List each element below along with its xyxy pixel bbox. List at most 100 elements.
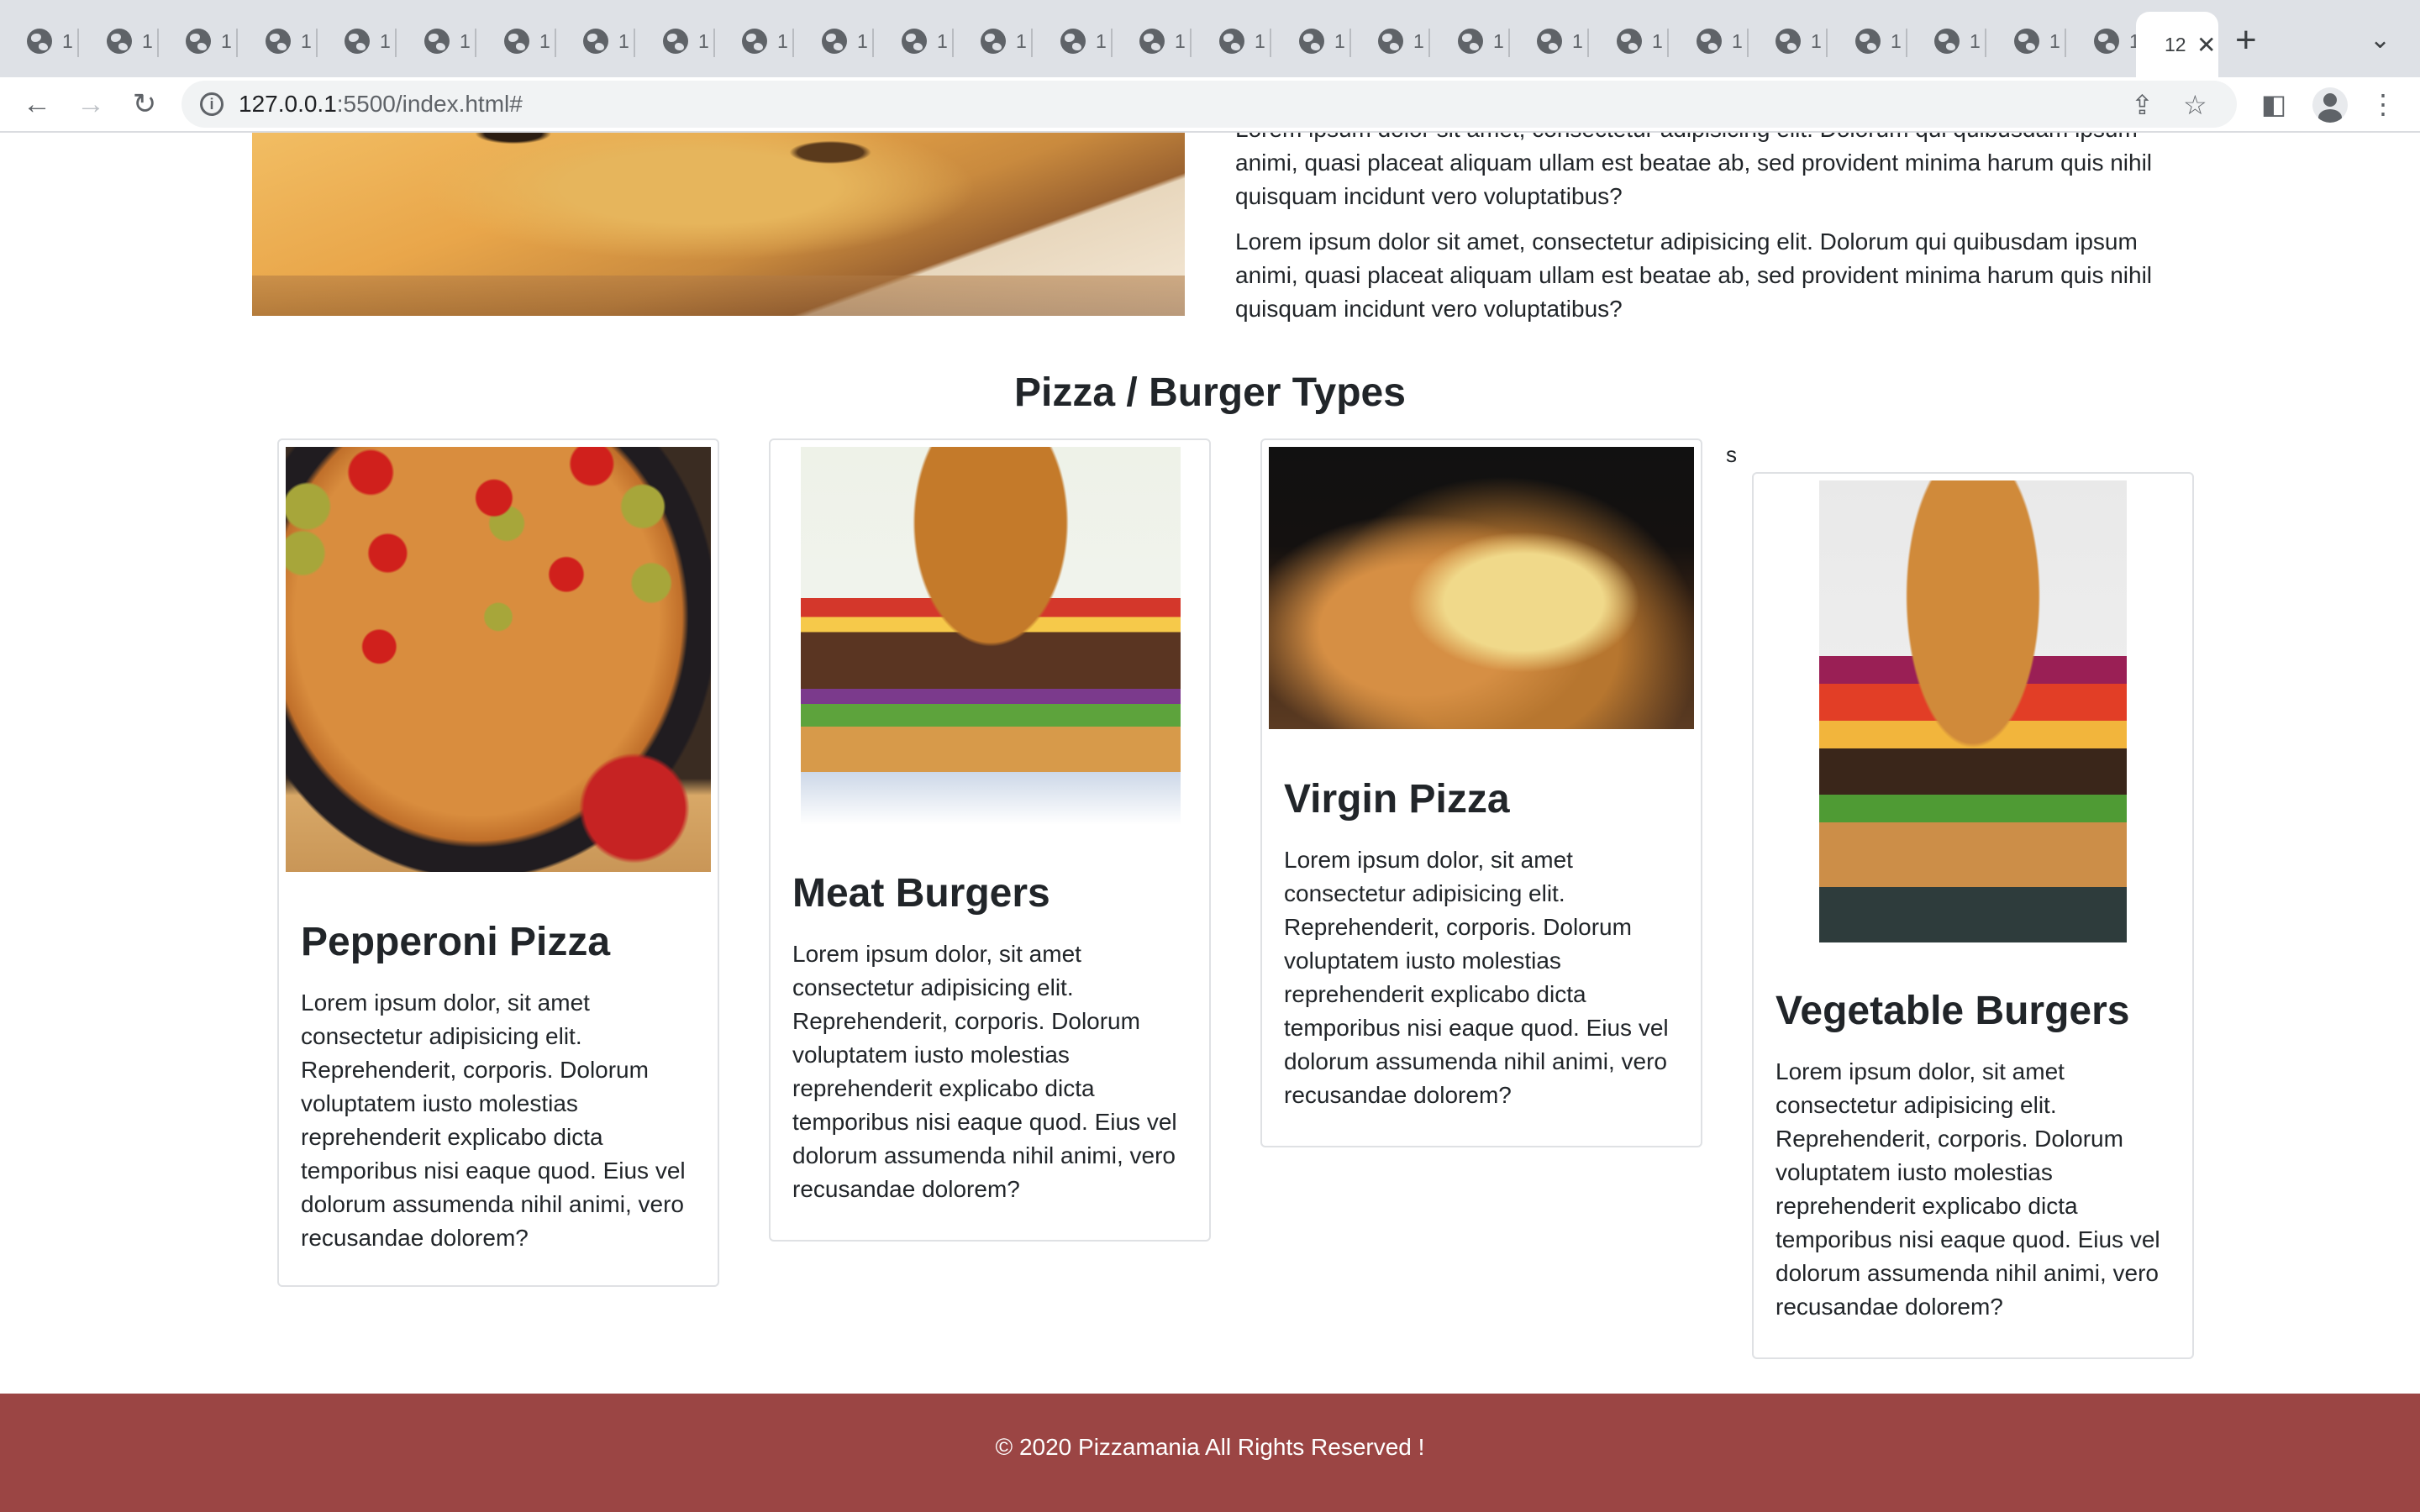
share-icon[interactable]: ⇪ <box>2131 89 2154 121</box>
browser-tab[interactable]: 1: <box>1034 12 1113 71</box>
globe-icon <box>1697 29 1722 54</box>
url-path: :5500/index.html# <box>336 91 523 117</box>
browser-tab[interactable]: 1: <box>477 12 556 71</box>
footer-copyright: © 2020 Pizzamania All Rights Reserved ! <box>995 1434 1425 1460</box>
new-tab-button[interactable]: + <box>2235 22 2257 59</box>
browser-tab[interactable]: 1: <box>556 12 635 71</box>
tab-title: 1: <box>301 29 313 52</box>
tab-separator <box>1270 29 1271 57</box>
tab-separator <box>1826 29 1828 57</box>
browser-tab[interactable]: 1: <box>1510 12 1589 71</box>
globe-icon <box>1934 29 1960 54</box>
tab-title: 1: <box>937 29 949 52</box>
virgin-pizza-image <box>1269 447 1694 729</box>
tab-separator <box>395 29 397 57</box>
star-icon[interactable]: ☆ <box>2183 89 2207 121</box>
tab-title: 1: <box>1732 29 1744 52</box>
browser-tab[interactable]: 1: <box>318 12 397 71</box>
tab-title: 1: <box>62 29 74 52</box>
tab-title: 1: <box>1175 29 1186 52</box>
browser-tab[interactable]: 1: <box>636 12 715 71</box>
tab-title: 1: <box>1572 29 1584 52</box>
browser-tab[interactable]: 1: <box>80 12 159 71</box>
tab-separator <box>1587 29 1589 57</box>
browser-tab[interactable]: 1: <box>2067 12 2146 71</box>
browser-tab[interactable]: 1: <box>1749 12 1828 71</box>
tab-title: 1: <box>1334 29 1346 52</box>
globe-icon <box>107 29 132 54</box>
card-title: Vegetable Burgers <box>1776 989 2130 1033</box>
tab-title: 1: <box>1970 29 1981 52</box>
tab-separator <box>1667 29 1669 57</box>
tab-title: 1: <box>1493 29 1505 52</box>
card-title: Meat Burgers <box>792 871 1050 916</box>
browser-tab[interactable]: 1: <box>159 12 238 71</box>
tab-separator <box>1985 29 1986 57</box>
browser-tab[interactable]: 1: <box>1987 12 2066 71</box>
pepperoni-pizza-image <box>286 447 711 872</box>
browser-tab[interactable]: 1: <box>1351 12 1430 71</box>
globe-icon <box>981 29 1006 54</box>
browser-tab[interactable]: 1: <box>795 12 874 71</box>
browser-tab[interactable]: 1: <box>1907 12 1986 71</box>
tab-search-chevron-icon[interactable]: ⌄ <box>2370 25 2391 55</box>
tab-title: 1: <box>1652 29 1664 52</box>
browser-tab[interactable]: 1: <box>239 12 318 71</box>
info-icon[interactable]: i <box>200 92 224 116</box>
tab-separator <box>475 29 476 57</box>
globe-icon <box>424 29 450 54</box>
browser-tab[interactable]: 1: <box>1431 12 1510 71</box>
globe-icon <box>1855 29 1881 54</box>
reload-icon: ↻ <box>132 88 157 120</box>
browser-tab[interactable]: 1: <box>397 12 476 71</box>
reload-button[interactable]: ↻ <box>126 86 163 123</box>
tab-title: 1: <box>1016 29 1028 52</box>
globe-icon <box>742 29 767 54</box>
tab-separator <box>1428 29 1430 57</box>
tab-strip: 1: 1: 1: 1: 1: 1: 1: 1: 1: 1: 1: 1: 1: 1: 1: 1: 1: 1: 1: 1:… <box>0 0 2420 77</box>
card-text: Lorem ipsum dolor, sit amet consectetur … <box>301 990 686 1251</box>
tab-separator <box>1190 29 1192 57</box>
browser-tab[interactable]: 1: <box>1670 12 1749 71</box>
back-button[interactable]: ← <box>18 86 55 123</box>
browser-tab[interactable]: 1: <box>1192 12 1271 71</box>
card-text: Lorem ipsum dolor, sit amet consectetur … <box>1776 1058 2160 1320</box>
address-bar[interactable]: i 127.0.0.1:5500/index.html# ⇪ ☆ <box>182 81 2237 128</box>
card-title: Virgin Pizza <box>1284 777 1510 822</box>
avatar-icon[interactable] <box>2312 87 2348 123</box>
card-vegetable-burgers: Vegetable Burgers Lorem ipsum dolor, sit… <box>1752 472 2194 1359</box>
side-panel-icon[interactable]: ◧ <box>2255 86 2292 123</box>
browser-tab[interactable]: 1: <box>875 12 954 71</box>
browser-tab-active[interactable]: 12 ✕ <box>2136 12 2218 77</box>
browser-tab[interactable]: 1: <box>1272 12 1351 71</box>
browser-tab[interactable]: 1: <box>1590 12 1669 71</box>
globe-icon <box>1060 29 1086 54</box>
tab-title: 1: <box>1891 29 1902 52</box>
about-paragraph-1: Lorem ipsum dolor sit amet, consectetur … <box>1235 133 2153 209</box>
card-title: Pepperoni Pizza <box>301 920 611 964</box>
url-text[interactable]: 127.0.0.1:5500/index.html# <box>239 91 523 118</box>
browser-tab[interactable]: 1: <box>0 12 79 71</box>
url-host: 127.0.0.1 <box>239 91 337 117</box>
browser-tab[interactable]: 1: <box>1828 12 1907 71</box>
browser-tab[interactable]: 1: <box>715 12 794 71</box>
globe-icon <box>1139 29 1165 54</box>
about-paragraph-2: Lorem ipsum dolor sit amet, consectetur … <box>1235 228 2153 322</box>
tab-title: 1: <box>2049 29 2061 52</box>
globe-icon <box>1299 29 1324 54</box>
tab-title: 1: <box>1811 29 1823 52</box>
kebab-menu-icon[interactable]: ⋮ <box>2365 86 2402 123</box>
tab-title: 12 <box>2165 33 2186 55</box>
forward-button[interactable]: → <box>72 86 109 123</box>
globe-icon <box>2094 29 2119 54</box>
tab-title: 1: <box>1413 29 1425 52</box>
browser-tab[interactable]: 1: <box>1113 12 1192 71</box>
globe-icon <box>902 29 927 54</box>
site-footer: © 2020 Pizzamania All Rights Reserved ! <box>0 1394 2420 1512</box>
browser-tab[interactable]: 1: <box>954 12 1033 71</box>
card-virgin-pizza: Virgin Pizza Lorem ipsum dolor, sit amet… <box>1260 438 1702 1147</box>
globe-icon <box>186 29 211 54</box>
globe-icon <box>27 29 52 54</box>
close-icon[interactable]: ✕ <box>2196 31 2216 59</box>
tab-title: 1: <box>857 29 869 52</box>
